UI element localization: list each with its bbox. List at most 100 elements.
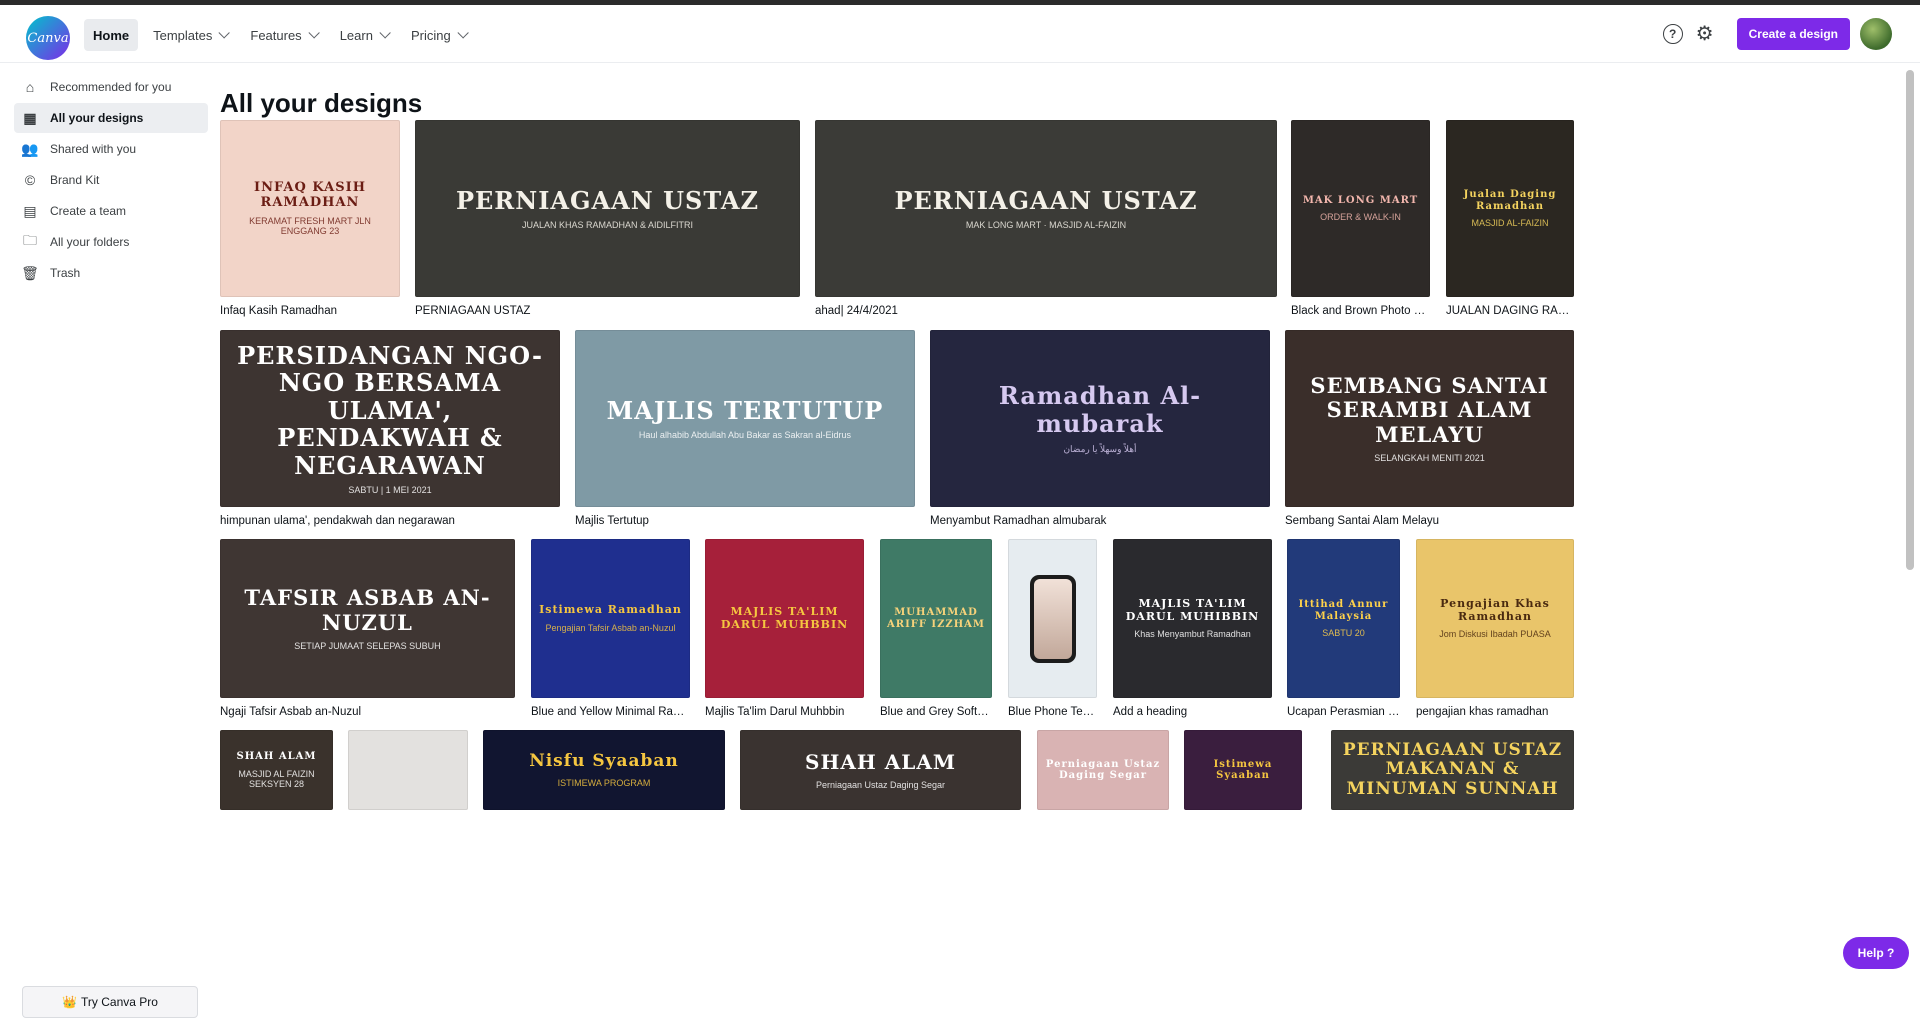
design-thumbnail[interactable]: Ittihad Annur Malaysia SABTU 20 [1287, 539, 1400, 698]
design-title[interactable]: himpunan ulama', pendakwah dan negarawan [220, 515, 560, 527]
help-button[interactable]: Help ? [1843, 937, 1909, 969]
sidebar-item-recommended-for-you[interactable]: ⌂ Recommended for you [14, 72, 208, 102]
design-card[interactable]: Ramadhan Al-mubarak أهلاً وسهلاً يا رمضان… [930, 330, 1270, 531]
design-title[interactable]: JUALAN DAGING RAMADH... [1446, 305, 1574, 317]
design-thumbnail[interactable]: Jualan Daging Ramadhan MASJID AL-FAIZIN [1446, 120, 1574, 297]
design-card[interactable]: PERSIDANGAN NGO-NGO BERSAMA ULAMA', PEND… [220, 330, 560, 531]
design-thumbnail[interactable]: Pengajian Khas Ramadhan Jom Diskusi Ibada… [1416, 539, 1574, 698]
thumbnail-subtitle: Perniagaan Ustaz Daging Segar [815, 779, 946, 790]
design-card[interactable]: MAJLIS TA'LIM DARUL MUHBBIN Majlis Ta'lim… [705, 539, 864, 722]
design-thumbnail[interactable]: PERNIAGAAN USTAZ JUALAN KHAS RAMADHAN & A… [415, 120, 800, 297]
logo-text: Canva [27, 30, 69, 46]
design-card[interactable]: SHAH ALAM MASJID AL FAIZIN SEKSYEN 28 [220, 730, 333, 834]
design-title[interactable]: PERNIAGAAN USTAZ [415, 305, 800, 317]
design-card[interactable]: MAJLIS TERTUTUP Haul alhabib Abdullah Abu… [575, 330, 915, 531]
thumbnail-title: MUHAMMAD ARIFF IZZHAM [887, 607, 985, 630]
gear-icon[interactable]: ⚙ [1695, 24, 1715, 44]
design-thumbnail[interactable]: MAJLIS TA'LIM DARUL MUHIBBIN Khas Menyamb… [1113, 539, 1272, 698]
design-card[interactable]: Nisfu Syaaban ISTIMEWA PROGRAM [483, 730, 725, 834]
thumbnail-title: Nisfu Syaaban [529, 751, 679, 772]
scrollbar[interactable] [1906, 70, 1914, 570]
design-card[interactable]: Istimewa Ramadhan Pengajian Tafsir Asbab … [531, 539, 690, 722]
design-title[interactable]: Menyambut Ramadhan almubarak [930, 515, 1270, 527]
thumbnail-title: SEMBANG SANTAI SERAMBI ALAM MELAYU [1310, 373, 1549, 447]
sidebar-item-trash[interactable]: 🗑 Trash [14, 258, 208, 288]
design-thumbnail[interactable]: MUHAMMAD ARIFF IZZHAM [880, 539, 992, 698]
design-thumbnail[interactable]: PERNIAGAAN USTAZ MAKANAN & MINUMAN SUNNA… [1331, 730, 1574, 810]
design-title[interactable]: Majlis Tertutup [575, 515, 915, 527]
design-thumbnail[interactable]: PERSIDANGAN NGO-NGO BERSAMA ULAMA', PEND… [220, 330, 560, 507]
design-card[interactable]: TAFSIR ASBAB AN-NUZUL SETIAP JUMAAT SELEP… [220, 539, 515, 722]
design-title[interactable]: ahad| 24/4/2021 [815, 305, 1277, 317]
design-thumbnail[interactable]: MAJLIS TERTUTUP Haul alhabib Abdullah Abu… [575, 330, 915, 507]
design-thumbnail[interactable]: SHAH ALAM Perniagaan Ustaz Daging Segar [740, 730, 1021, 810]
design-thumbnail[interactable]: Istimewa Syaaban [1184, 730, 1302, 810]
design-card[interactable]: SEMBANG SANTAI SERAMBI ALAM MELAYU SELANG… [1285, 330, 1574, 531]
design-card[interactable]: SHAH ALAM Perniagaan Ustaz Daging Segar [740, 730, 1021, 834]
sidebar-item-all-your-folders[interactable]: 🗀 All your folders [14, 227, 208, 257]
design-thumbnail[interactable]: SEMBANG SANTAI SERAMBI ALAM MELAYU SELANG… [1285, 330, 1574, 507]
design-thumbnail[interactable] [348, 730, 468, 810]
create-design-button[interactable]: Create a design [1736, 18, 1850, 50]
sidebar-item-create-a-team[interactable]: ▤ Create a team [14, 196, 208, 226]
sidebar-item-label: Shared with you [50, 142, 137, 156]
design-card[interactable]: Ittihad Annur Malaysia SABTU 20 Ucapan Per… [1287, 539, 1400, 722]
design-card[interactable]: Istimewa Syaaban [1184, 730, 1302, 834]
thumbnail-subtitle: SABTU 20 [1322, 628, 1365, 638]
people-icon: 👥 [21, 140, 39, 157]
design-thumbnail[interactable]: Nisfu Syaaban ISTIMEWA PROGRAM [483, 730, 725, 810]
sidebar-item-label: Recommended for you [50, 80, 172, 94]
design-title[interactable]: Majlis Ta'lim Darul Muhbbin [705, 706, 864, 718]
main-content: All your designs INFAQ KASIH RAMADHAN KER… [220, 64, 1900, 982]
design-thumbnail[interactable]: PERNIAGAAN USTAZ MAK LONG MART · MASJID A… [815, 120, 1277, 297]
design-thumbnail[interactable]: Istimewa Ramadhan Pengajian Tafsir Asbab … [531, 539, 690, 698]
design-thumbnail[interactable]: TAFSIR ASBAB AN-NUZUL SETIAP JUMAAT SELEP… [220, 539, 515, 698]
design-card[interactable]: PERNIAGAAN USTAZ JUALAN KHAS RAMADHAN & A… [415, 120, 800, 321]
design-card[interactable]: Jualan Daging Ramadhan MASJID AL-FAIZIN JU… [1446, 120, 1574, 321]
design-card[interactable]: Perniagaan Ustaz Daging Segar [1037, 730, 1169, 834]
sidebar-item-shared-with-you[interactable]: 👥 Shared with you [14, 134, 208, 164]
nav-features[interactable]: Features [241, 19, 324, 51]
sidebar-item-label: Trash [50, 266, 81, 280]
design-card[interactable]: PERNIAGAAN USTAZ MAK LONG MART · MASJID A… [815, 120, 1277, 321]
nav-learn[interactable]: Learn [331, 19, 396, 51]
design-title[interactable]: Ngaji Tafsir Asbab an-Nuzul [220, 706, 515, 718]
sidebar-item-brand-kit[interactable]: © Brand Kit [14, 165, 208, 195]
thumbnail-title: MAJLIS TA'LIM DARUL MUHIBBIN [1125, 596, 1260, 623]
canva-logo[interactable]: Canva [26, 16, 70, 60]
sidebar-item-all-your-designs[interactable]: ▦ All your designs [14, 103, 208, 133]
design-title[interactable]: pengajian khas ramadhan [1416, 706, 1574, 718]
design-thumbnail[interactable]: INFAQ KASIH RAMADHAN KERAMAT FRESH MART J… [220, 120, 400, 297]
avatar[interactable] [1860, 18, 1892, 50]
design-title[interactable]: Blue Phone Text ... [1008, 706, 1097, 718]
design-thumbnail[interactable]: MAJLIS TA'LIM DARUL MUHBBIN [705, 539, 864, 698]
design-thumbnail[interactable]: Perniagaan Ustaz Daging Segar [1037, 730, 1169, 810]
design-title[interactable]: Infaq Kasih Ramadhan [220, 305, 400, 317]
design-card[interactable]: MAK LONG MART ORDER & WALK-IN Black and Br… [1291, 120, 1430, 321]
try-canva-pro-button[interactable]: 👑 Try Canva Pro [22, 986, 198, 1018]
help-circle-icon[interactable]: ? [1662, 24, 1683, 44]
design-card[interactable]: INFAQ KASIH RAMADHAN KERAMAT FRESH MART J… [220, 120, 400, 321]
nav-home[interactable]: Home [84, 19, 139, 51]
nav-templates[interactable]: Templates [144, 19, 235, 51]
design-card[interactable]: MUHAMMAD ARIFF IZZHAM Blue and Grey Softw… [880, 539, 992, 722]
design-card[interactable] [348, 730, 468, 834]
design-title[interactable]: Blue and Grey Software... [880, 706, 992, 718]
chevron-down-icon [308, 27, 320, 39]
design-thumbnail[interactable]: Ramadhan Al-mubarak أهلاً وسهلاً يا رمضان [930, 330, 1270, 507]
design-card[interactable]: MAJLIS TA'LIM DARUL MUHIBBIN Khas Menyamb… [1113, 539, 1272, 722]
design-thumbnail[interactable]: MAK LONG MART ORDER & WALK-IN [1291, 120, 1430, 297]
design-title[interactable]: Sembang Santai Alam Melayu [1285, 515, 1574, 527]
chevron-down-icon [218, 27, 231, 39]
design-thumbnail[interactable] [1008, 539, 1097, 698]
design-title[interactable]: Ucapan Perasmian Pro... [1287, 706, 1400, 718]
design-thumbnail[interactable]: SHAH ALAM MASJID AL FAIZIN SEKSYEN 28 [220, 730, 333, 810]
design-title[interactable]: Blue and Yellow Minimal Ramada... [531, 706, 690, 718]
nav-pricing[interactable]: Pricing [402, 19, 474, 51]
design-card[interactable]: Blue Phone Text ... [1008, 539, 1097, 722]
design-card[interactable]: Pengajian Khas Ramadhan Jom Diskusi Ibada… [1416, 539, 1574, 722]
design-title[interactable]: Add a heading [1113, 706, 1272, 718]
thumbnail-title: Ramadhan Al-mubarak [998, 381, 1202, 438]
design-title[interactable]: Black and Brown Photo Bbq ... [1291, 305, 1430, 317]
design-card[interactable]: PERNIAGAAN USTAZ MAKANAN & MINUMAN SUNNA… [1331, 730, 1574, 834]
